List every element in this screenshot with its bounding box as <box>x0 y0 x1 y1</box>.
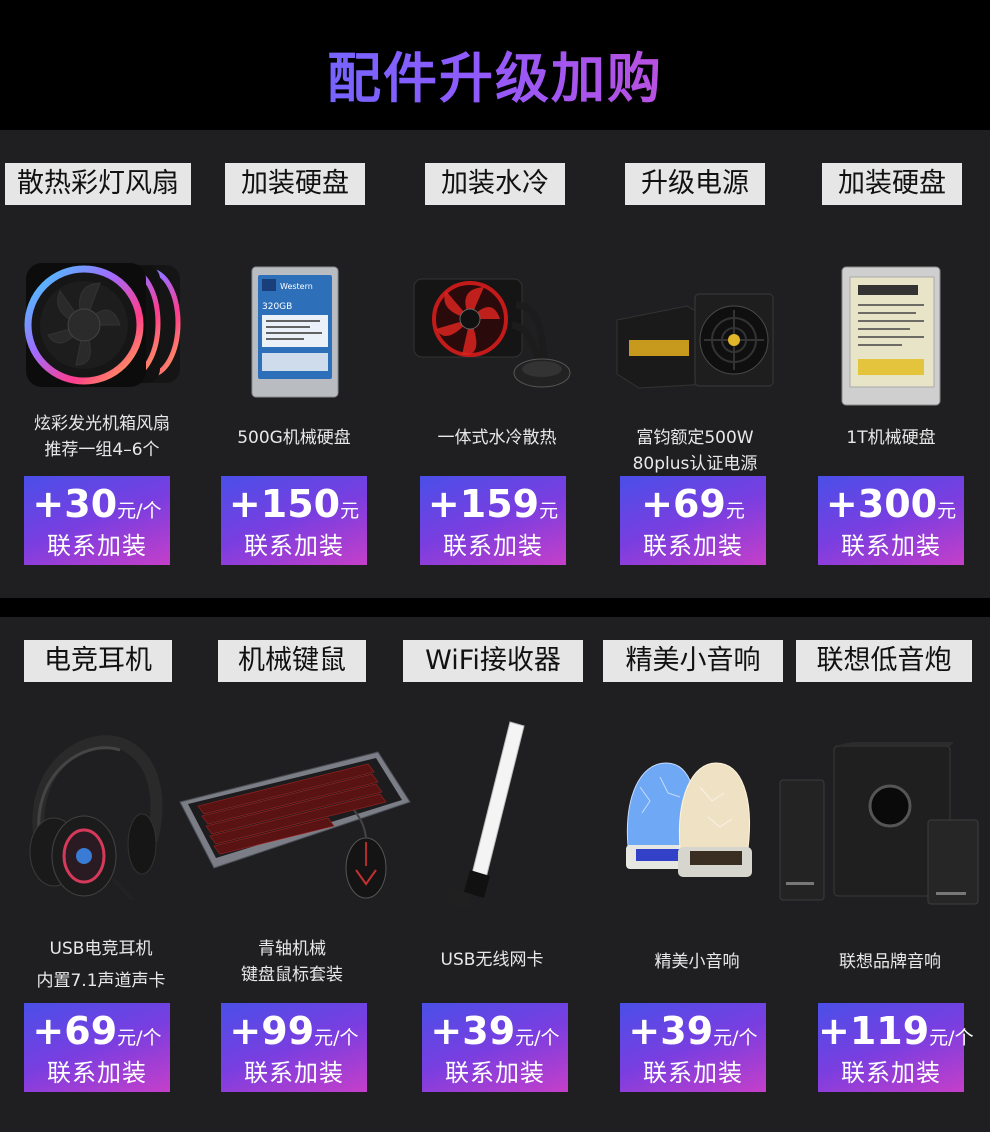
product-description: 炫彩发光机箱风扇 推荐一组4–6个 <box>34 414 170 460</box>
add-on-button[interactable]: +69元 联系加装 <box>620 476 766 565</box>
contact-install-label: 联系加装 <box>47 1059 147 1087</box>
water-cooler-icon <box>413 278 571 388</box>
add-on-button[interactable]: +159元 联系加装 <box>420 476 566 565</box>
accessory-panel-2: 电竞耳机 机械键鼠 WiFi接收器 精美小音响 联想低音炮 USB电竞耳机 内置… <box>0 617 990 1132</box>
power-supply-icon <box>616 293 774 389</box>
add-on-button[interactable]: +150元 联系加装 <box>221 476 367 565</box>
contact-install-label: 联系加装 <box>643 1059 743 1087</box>
contact-install-label: 联系加装 <box>841 1059 941 1087</box>
hard-drive-1t-icon <box>841 266 941 406</box>
tag-label: 精美小音响 <box>603 640 783 682</box>
tag-label: 加装硬盘 <box>822 163 962 205</box>
hard-drive-icon: Western 320GB <box>251 266 339 398</box>
contact-install-label: 联系加装 <box>47 532 147 560</box>
keyboard-mouse-icon <box>179 751 411 899</box>
mini-speakers-icon <box>626 762 752 877</box>
wifi-adapter-icon <box>446 721 525 908</box>
add-on-button[interactable]: +300元 联系加装 <box>818 476 964 565</box>
svg-text:Western: Western <box>280 282 313 291</box>
page-title: 配件升级加购 <box>0 34 990 113</box>
tag-label: 机械键鼠 <box>218 640 366 682</box>
add-on-button[interactable]: +99元/个 联系加装 <box>221 1003 367 1092</box>
add-on-button[interactable]: +69元/个 联系加装 <box>24 1003 170 1092</box>
price-label: +159元 <box>427 482 559 526</box>
product-description: 一体式水冷散热 <box>437 428 557 448</box>
product-description: USB电竞耳机 内置7.1声道声卡 <box>36 939 166 991</box>
add-on-button[interactable]: +119元/个 联系加装 <box>818 1003 974 1092</box>
subwoofer-icon <box>779 742 979 905</box>
product-description: 联想品牌音响 <box>839 952 941 972</box>
price-label: +150元 <box>228 482 360 526</box>
tag-label: 散热彩灯风扇 <box>5 163 191 205</box>
contact-install-label: 联系加装 <box>643 532 743 560</box>
price-label: +99元/个 <box>229 1009 359 1053</box>
contact-install-label: 联系加装 <box>841 532 941 560</box>
price-label: +30元/个 <box>32 482 162 526</box>
add-on-button[interactable]: +39元/个 联系加装 <box>620 1003 766 1092</box>
tag-label: 联想低音炮 <box>796 640 972 682</box>
add-on-button[interactable]: +39元/个 联系加装 <box>422 1003 568 1092</box>
gaming-headset-icon <box>29 735 163 900</box>
svg-text:320GB: 320GB <box>262 302 292 312</box>
add-on-button[interactable]: +30元/个 联系加装 <box>24 476 170 565</box>
header: 配件升级加购 <box>0 0 990 130</box>
tag-label: 加装硬盘 <box>225 163 365 205</box>
price-label: +119元/个 <box>818 1009 974 1053</box>
contact-install-label: 联系加装 <box>443 532 543 560</box>
price-label: +39元/个 <box>430 1009 560 1053</box>
price-label: +39元/个 <box>628 1009 758 1053</box>
accessory-panel-1: 散热彩灯风扇 加装硬盘 加装水冷 升级电源 加装硬盘 Western 320GB <box>0 130 990 598</box>
product-description: 500G机械硬盘 <box>237 428 351 448</box>
product-description: 1T机械硬盘 <box>846 428 936 448</box>
tag-label: WiFi接收器 <box>403 640 583 682</box>
tag-label: 升级电源 <box>625 163 765 205</box>
contact-install-label: 联系加装 <box>445 1059 545 1087</box>
price-label: +69元 <box>641 482 745 526</box>
product-description: USB无线网卡 <box>440 950 544 970</box>
tag-label: 电竞耳机 <box>24 640 172 682</box>
product-description: 精美小音响 <box>654 952 740 972</box>
rgb-fan-icon <box>24 263 181 387</box>
price-label: +300元 <box>825 482 957 526</box>
contact-install-label: 联系加装 <box>244 1059 344 1087</box>
product-description: 青轴机械 键盘鼠标套装 <box>241 939 343 985</box>
price-label: +69元/个 <box>32 1009 162 1053</box>
product-description: 富钧额定500W 80plus认证电源 <box>632 428 758 474</box>
tag-label: 加装水冷 <box>425 163 565 205</box>
contact-install-label: 联系加装 <box>244 532 344 560</box>
